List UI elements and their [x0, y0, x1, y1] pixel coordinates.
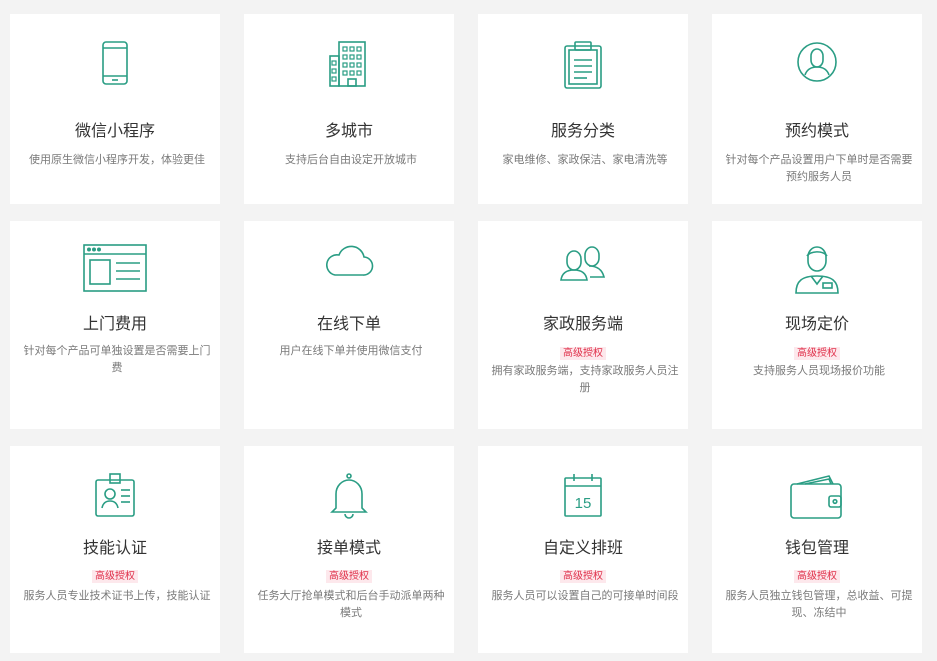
calendar-day-number: 15	[575, 495, 592, 512]
mobile-phone-icon	[10, 40, 220, 88]
feature-title: 家政服务端	[542, 314, 623, 333]
feature-description: 针对每个产品设置用户下单时是否需要预约服务人员	[725, 153, 913, 183]
feature-card[interactable]: 多城市支持后台自由设定开放城市	[244, 14, 454, 204]
feature-card[interactable]: 钱包管理高级授权服务人员独立钱包管理，总收益、可提现、冻结中	[712, 446, 922, 653]
feature-description: 任务大厅抢单模式和后台手动派单两种模式	[257, 589, 445, 619]
feature-title: 微信小程序	[74, 121, 155, 140]
feature-description: 支持后台自由设定开放城市	[285, 153, 417, 166]
feature-description: 使用原生微信小程序开发，体验更佳	[29, 153, 205, 166]
premium-license-badge: 高级授权	[560, 347, 606, 360]
cloud-icon	[244, 243, 454, 279]
feature-card[interactable]: 家政服务端高级授权拥有家政服务端，支持家政服务人员注册	[478, 221, 688, 429]
feature-title: 现场定价	[784, 314, 849, 333]
premium-license-badge: 高级授权	[560, 570, 606, 583]
feature-title: 技能认证	[82, 538, 147, 557]
feature-card[interactable]: 在线下单用户在线下单并使用微信支付	[244, 221, 454, 429]
feature-card[interactable]: 接单模式高级授权任务大厅抢单模式和后台手动派单两种模式	[244, 446, 454, 653]
feature-title: 接单模式	[316, 538, 381, 557]
browser-window-icon	[10, 243, 220, 293]
users-icon	[478, 243, 688, 283]
feature-card[interactable]: 服务分类家电维修、家政保洁、家电清洗等	[478, 14, 688, 204]
feature-description: 拥有家政服务端，支持家政服务人员注册	[491, 364, 679, 394]
premium-license-badge: 高级授权	[794, 347, 840, 360]
feature-card[interactable]: 预约模式针对每个产品设置用户下单时是否需要预约服务人员	[712, 14, 922, 204]
service-staff-icon	[712, 243, 922, 295]
feature-description: 针对每个产品可单独设置是否需要上门费	[23, 344, 211, 374]
calendar-icon: 15	[478, 472, 688, 518]
feature-card[interactable]: 现场定价高级授权支持服务人员现场报价功能	[712, 221, 922, 429]
feature-description: 用户在线下单并使用微信支付	[279, 344, 423, 357]
premium-license-badge: 高级授权	[794, 570, 840, 583]
feature-title: 钱包管理	[784, 538, 849, 557]
feature-card[interactable]: 上门费用针对每个产品可单独设置是否需要上门费	[10, 221, 220, 429]
clipboard-icon	[478, 40, 688, 90]
feature-description: 支持服务人员现场报价功能	[753, 364, 885, 377]
feature-description: 服务人员可以设置自己的可接单时间段	[491, 589, 679, 602]
premium-license-badge: 高级授权	[326, 570, 372, 583]
feature-description: 家电维修、家政保洁、家电清洗等	[502, 153, 668, 166]
wallet-icon	[712, 472, 922, 522]
city-buildings-icon	[244, 40, 454, 88]
feature-title: 在线下单	[316, 314, 381, 333]
user-circle-icon	[712, 40, 922, 84]
feature-description: 服务人员专业技术证书上传，技能认证	[23, 589, 211, 602]
feature-title: 上门费用	[82, 314, 147, 333]
feature-card[interactable]: 技能认证高级授权服务人员专业技术证书上传，技能认证	[10, 446, 220, 653]
bell-icon	[244, 472, 454, 520]
feature-card[interactable]: 微信小程序使用原生微信小程序开发，体验更佳	[10, 14, 220, 204]
id-badge-icon	[10, 472, 220, 518]
premium-license-badge: 高级授权	[92, 570, 138, 583]
feature-title: 服务分类	[550, 121, 615, 140]
feature-title: 多城市	[324, 121, 373, 140]
feature-description: 服务人员独立钱包管理，总收益、可提现、冻结中	[725, 589, 913, 619]
feature-title: 预约模式	[784, 121, 849, 140]
feature-card[interactable]: 15 自定义排班高级授权服务人员可以设置自己的可接单时间段	[478, 446, 688, 653]
feature-title: 自定义排班	[542, 538, 623, 557]
